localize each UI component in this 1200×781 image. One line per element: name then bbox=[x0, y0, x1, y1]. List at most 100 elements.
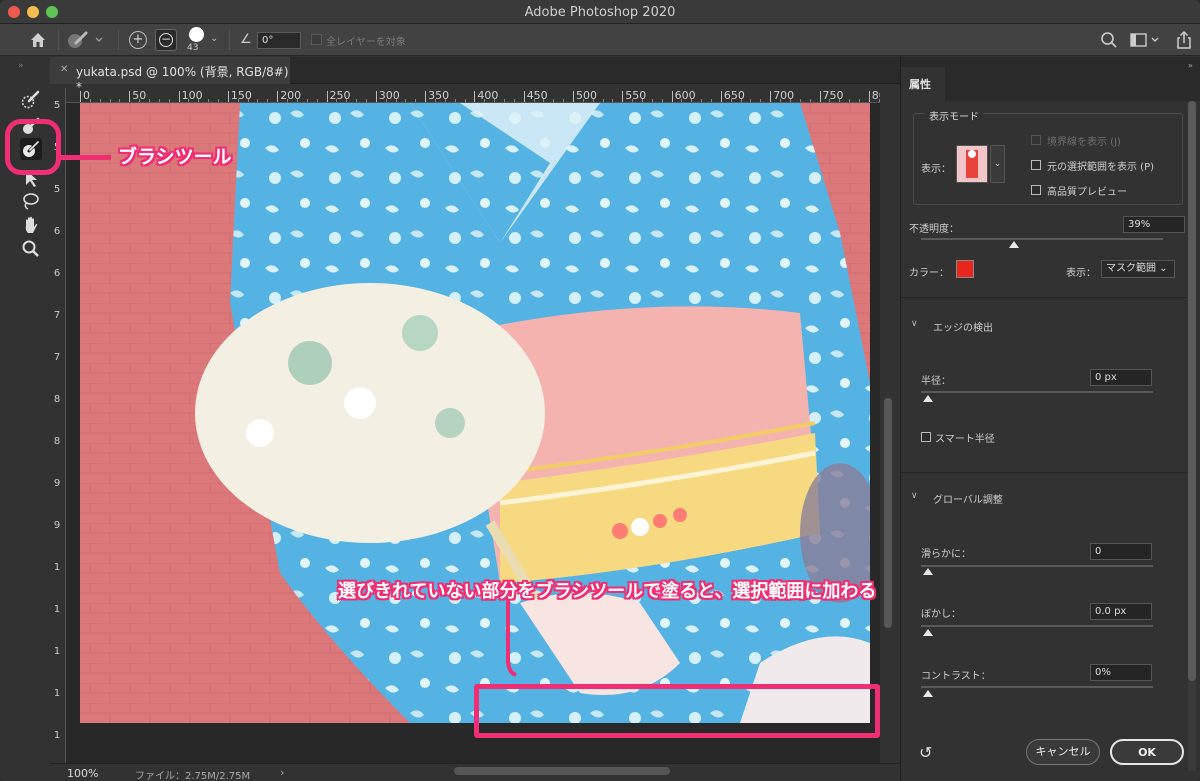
tab-properties-label: 属性 bbox=[909, 78, 931, 91]
high-quality-checkbox[interactable] bbox=[1031, 185, 1041, 195]
contrast-input[interactable]: 0% bbox=[1090, 664, 1152, 681]
ruler-major-tick bbox=[178, 91, 180, 102]
angle-icon: ∠ bbox=[240, 32, 252, 47]
panel-scrollbar[interactable] bbox=[1188, 101, 1196, 681]
ruler-label: 500 bbox=[576, 89, 597, 102]
ruler-major-tick bbox=[474, 91, 476, 102]
ruler-major-tick bbox=[770, 91, 772, 102]
display-select[interactable]: マスク範囲 ⌄ bbox=[1101, 260, 1175, 278]
document-tab-bar: ✕ yukata.psd @ 100% (背景, RGB/8#) * bbox=[50, 57, 900, 94]
lasso-tool-icon[interactable] bbox=[20, 190, 42, 212]
smooth-slider-track[interactable] bbox=[921, 565, 1153, 567]
ruler-major-tick bbox=[375, 91, 377, 102]
add-to-selection-button[interactable]: + bbox=[129, 31, 147, 49]
subtract-from-selection-button[interactable]: − bbox=[155, 29, 177, 51]
cancel-button[interactable]: キャンセル bbox=[1026, 739, 1100, 765]
opacity-slider-track[interactable] bbox=[921, 238, 1163, 240]
show-original-checkbox[interactable] bbox=[1031, 160, 1041, 170]
ruler-label: 150 bbox=[230, 89, 252, 102]
search-icon[interactable] bbox=[1100, 31, 1118, 49]
collapse-panel-icon[interactable]: » bbox=[1188, 61, 1193, 70]
display-select-value: マスク範囲 bbox=[1106, 263, 1156, 274]
share-icon[interactable] bbox=[1175, 30, 1193, 50]
feather-input[interactable]: 0.0 px bbox=[1090, 603, 1152, 620]
document-tab[interactable]: ✕ yukata.psd @ 100% (背景, RGB/8#) * bbox=[50, 57, 290, 94]
quick-selection-tool-icon[interactable] bbox=[20, 89, 42, 111]
smooth-label: 滑らかに： bbox=[921, 549, 971, 560]
separator bbox=[229, 30, 230, 50]
ruler-label: 700 bbox=[773, 89, 795, 102]
sample-all-layers-label: 全レイヤーを対象 bbox=[326, 37, 406, 48]
sample-all-layers-checkbox[interactable] bbox=[311, 34, 322, 45]
contrast-slider-track[interactable] bbox=[921, 686, 1153, 688]
hand-tool-icon[interactable] bbox=[20, 214, 42, 236]
status-menu-arrow[interactable]: › bbox=[280, 766, 284, 779]
ruler-label: 100 bbox=[181, 89, 203, 102]
show-original-label: 元の選択範囲を表示 (P) bbox=[1047, 162, 1155, 173]
mask-color-swatch[interactable] bbox=[956, 260, 974, 278]
radius-slider-track[interactable] bbox=[921, 391, 1153, 393]
contrast-label: コントラスト： bbox=[921, 671, 991, 682]
ruler-major-tick bbox=[80, 91, 81, 102]
horizontal-ruler[interactable]: 0 50 100 150 200 250 300 350 400 450 500 550 600 650 7… bbox=[66, 88, 880, 103]
opacity-slider-knob[interactable] bbox=[1009, 241, 1019, 248]
edge-detection-label[interactable]: エッジの検出 bbox=[933, 319, 993, 334]
ruler-major-tick bbox=[622, 91, 624, 102]
ok-button[interactable]: OK bbox=[1110, 739, 1184, 765]
ruler-label: 5 bbox=[53, 100, 61, 111]
view-mode-dropdown[interactable]: ⌄ bbox=[990, 145, 1005, 183]
view-mode-thumbnail[interactable] bbox=[956, 145, 988, 183]
ruler-label: 200 bbox=[280, 89, 302, 102]
show-edge-label: 境界線を表示 (J) bbox=[1047, 137, 1121, 148]
smooth-input[interactable]: 0 bbox=[1090, 543, 1152, 560]
ruler-major-tick bbox=[573, 91, 574, 102]
ruler-label: 1 bbox=[53, 688, 61, 699]
quick-selection-brush-icon[interactable] bbox=[66, 30, 106, 50]
zoom-level[interactable]: 100% bbox=[67, 767, 98, 780]
opacity-label: 不透明度： bbox=[909, 224, 959, 235]
ruler-label: 350 bbox=[428, 89, 450, 102]
radius-input[interactable]: 0 px bbox=[1090, 369, 1152, 386]
ruler-major-tick bbox=[720, 91, 722, 102]
brush-preset-icon[interactable] bbox=[189, 27, 204, 42]
panel-grip-icon[interactable]: » bbox=[18, 61, 24, 71]
contrast-slider-knob[interactable] bbox=[923, 690, 933, 697]
angle-input[interactable]: 0° bbox=[257, 32, 301, 49]
ruler-major-tick bbox=[129, 91, 131, 102]
feather-label: ぼかし： bbox=[921, 609, 961, 620]
ruler-label: 1 bbox=[53, 730, 61, 741]
brush-tool-callout: ブラシツール bbox=[118, 146, 232, 168]
chevron-down-icon[interactable]: ⌄ bbox=[210, 33, 218, 44]
ruler-major-tick bbox=[671, 91, 673, 102]
zoom-tool-icon[interactable] bbox=[20, 238, 42, 260]
show-edge-checkbox[interactable] bbox=[1031, 135, 1041, 145]
ruler-major-tick bbox=[868, 91, 870, 102]
ruler-label: 9 bbox=[53, 478, 61, 489]
reset-icon[interactable]: ↺ bbox=[919, 743, 932, 762]
home-icon[interactable] bbox=[28, 30, 48, 50]
panel-tab-bar: 属性 » bbox=[901, 57, 1200, 101]
title-bar: Adobe Photoshop 2020 bbox=[0, 0, 1200, 24]
close-tab-icon[interactable]: ✕ bbox=[60, 64, 68, 75]
feather-slider-knob[interactable] bbox=[923, 629, 933, 636]
canvas-area[interactable] bbox=[66, 103, 880, 763]
ruler-label: 450 bbox=[526, 89, 548, 102]
ruler-label: 400 bbox=[477, 89, 499, 102]
smart-radius-checkbox[interactable] bbox=[921, 432, 931, 442]
ruler-label: 550 bbox=[625, 89, 647, 102]
vertical-ruler[interactable]: 5556677889911111 bbox=[50, 88, 66, 781]
radius-slider-knob[interactable] bbox=[923, 395, 933, 402]
photoshop-window: Adobe Photoshop 2020 + − 43 ⌄ ∠ 0° 全レイヤー… bbox=[0, 0, 1200, 781]
workspace-icon[interactable] bbox=[1130, 32, 1160, 48]
feather-slider-track[interactable] bbox=[921, 625, 1153, 627]
chevron-down-icon[interactable]: ∨ bbox=[911, 491, 918, 501]
smooth-slider-knob[interactable] bbox=[923, 568, 933, 575]
high-quality-label: 高品質プレビュー bbox=[1047, 187, 1127, 198]
tab-properties[interactable]: 属性 bbox=[901, 67, 945, 101]
vertical-scrollbar[interactable] bbox=[884, 398, 892, 628]
horizontal-scrollbar[interactable] bbox=[454, 767, 670, 775]
separator bbox=[118, 30, 119, 50]
global-refinement-label[interactable]: グローバル調整 bbox=[933, 491, 1003, 506]
chevron-down-icon[interactable]: ∨ bbox=[911, 319, 918, 329]
opacity-input[interactable]: 39% bbox=[1123, 216, 1185, 233]
